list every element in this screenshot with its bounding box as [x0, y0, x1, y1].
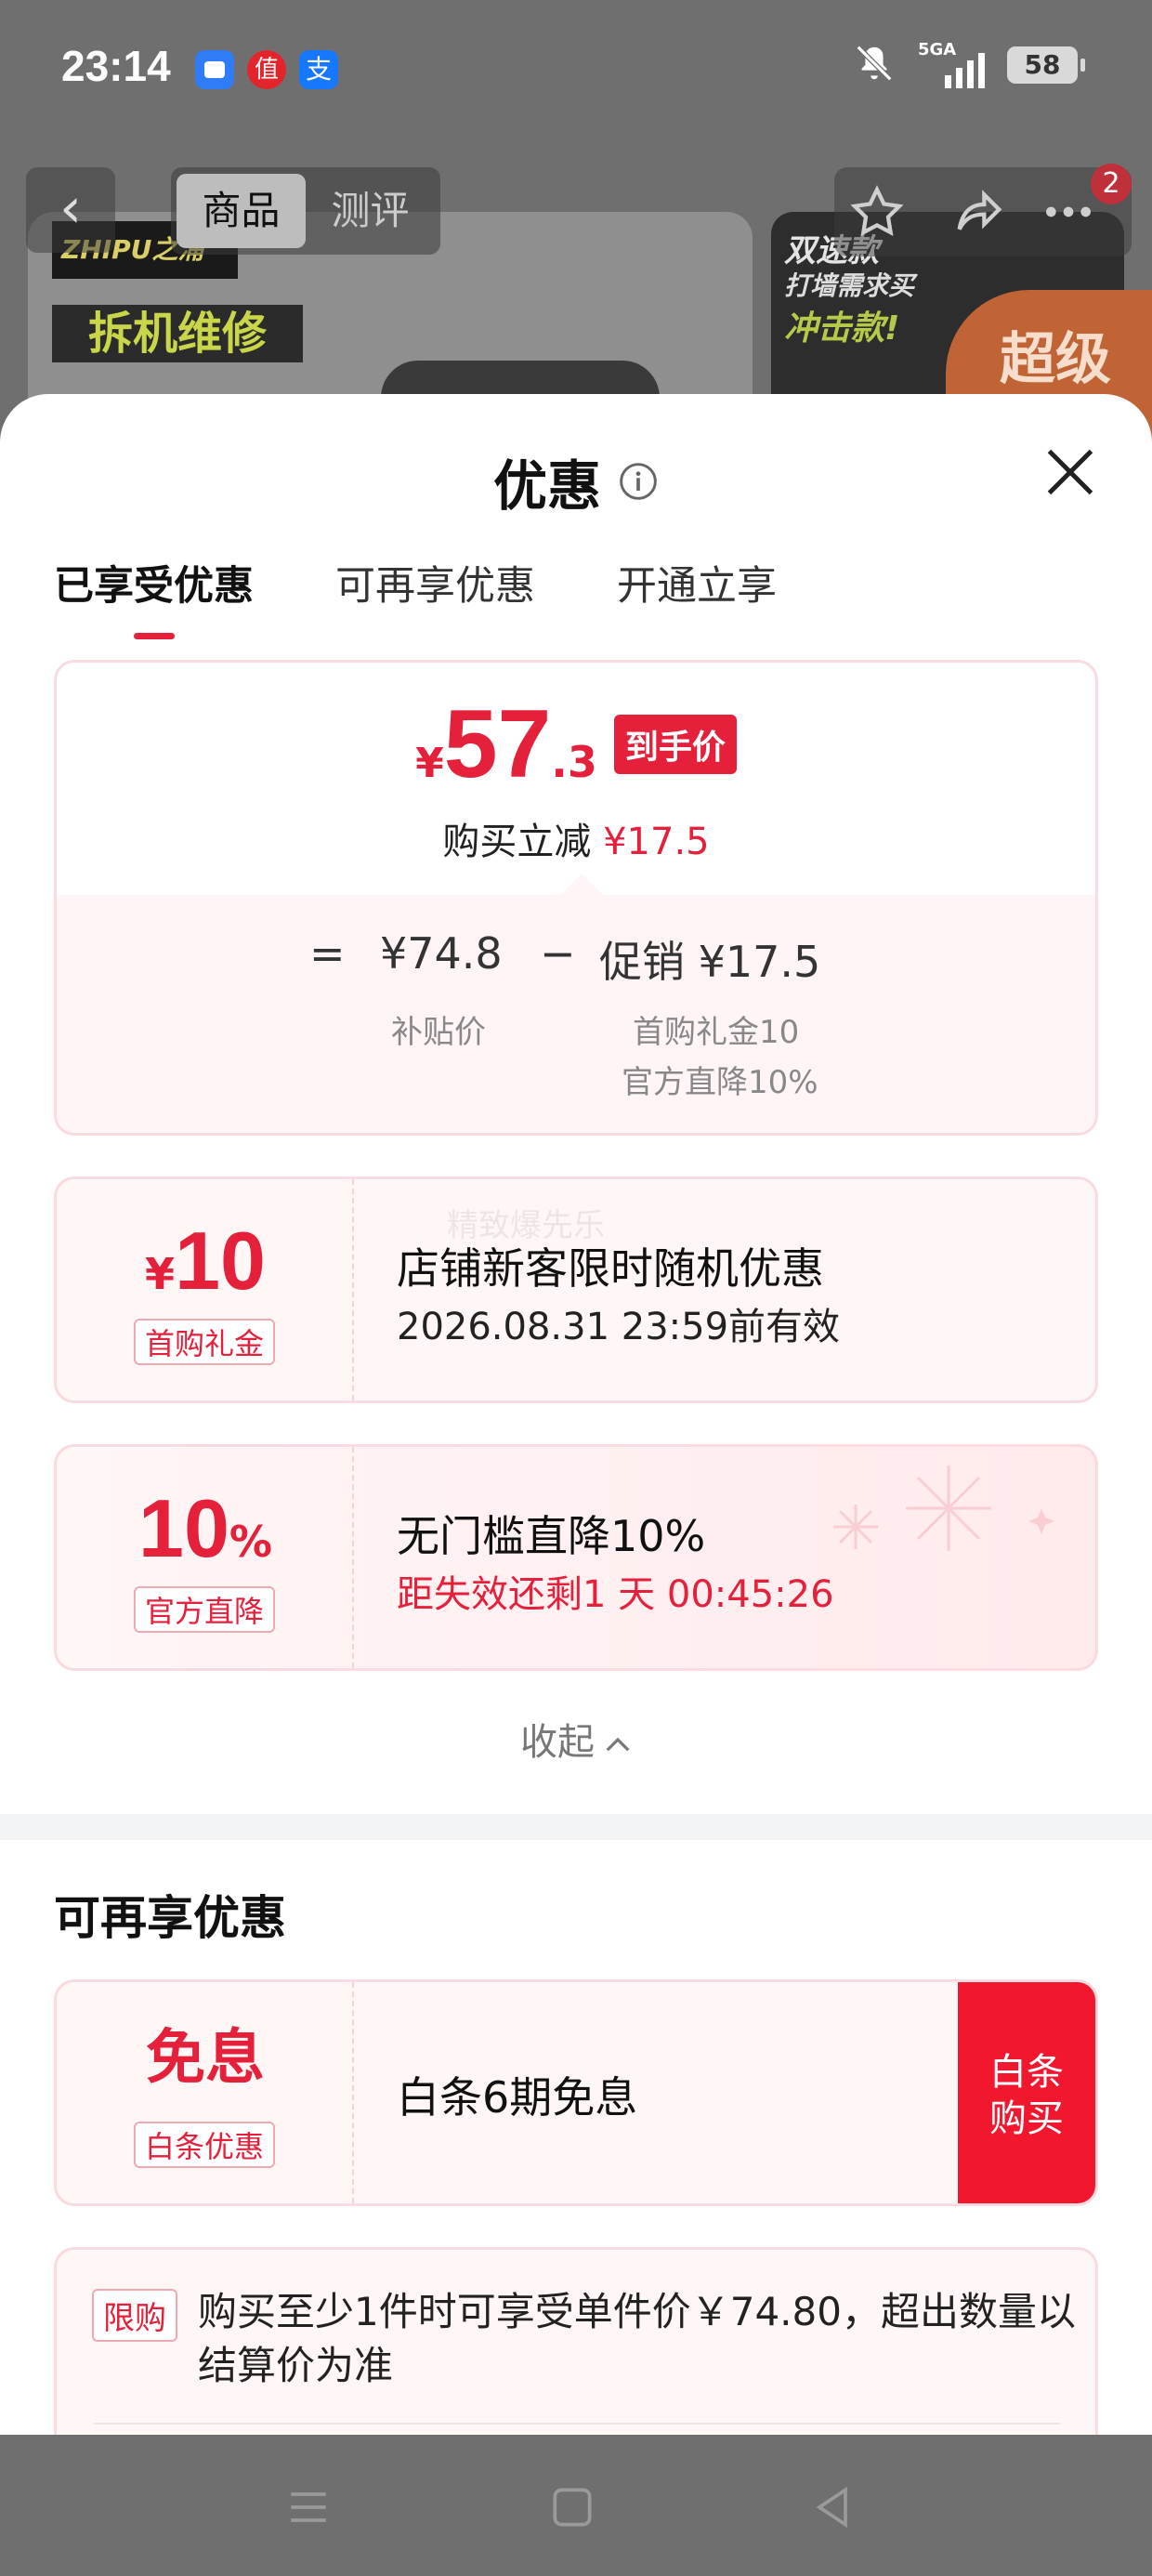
base-price-label: 补贴价 [391, 1014, 486, 1051]
tab-product[interactable]: 商品 [177, 174, 306, 248]
coupon-value: 10 [138, 1482, 229, 1574]
coupon-value: 10 [175, 1215, 266, 1307]
coupon-validity: 2026.08.31 23:59前有效 [397, 1306, 841, 1348]
discount-tabs: 已享受优惠 可再享优惠 开通立享 [54, 554, 777, 639]
side-text-3: 冲击款! [784, 309, 900, 348]
purchase-limit-notice: 限购 购买至少1件时可享受单件价￥74.80，超出数量以结算价为准 [54, 2247, 1098, 2438]
reduce-label: 购买立减 [442, 821, 592, 863]
system-nav-bar [0, 2435, 1152, 2576]
reduce-line: 购买立减 ¥17.5 [57, 811, 1095, 865]
coupon-title: 无门槛直降10% [397, 1511, 706, 1561]
coupon-tag: 官方直降 [133, 1586, 276, 1633]
limit-separator [94, 2423, 1060, 2425]
base-price: ¥74.8 [380, 928, 503, 979]
tab-more-available[interactable]: 可再享优惠 [335, 554, 535, 611]
limit-text: 购买至少1件时可享受单件价￥74.80，超出数量以结算价为准 [198, 2289, 1076, 2388]
discount-sheet: 优惠 已享受优惠 可再享优惠 开通立享 ¥ 57 .3 到手价 购买立减 ¥17… [0, 394, 1152, 2438]
price-summary: ¥ 57 .3 到手价 购买立减 ¥17.5 = ¥74.8 − 促销 ¥17.… [54, 660, 1098, 1136]
final-price: ¥ 57 .3 到手价 [57, 696, 1095, 793]
final-price-tag: 到手价 [613, 715, 737, 774]
price-breakdown: = ¥74.8 − 促销 ¥17.5 补贴价 首购礼金10 官方直降10% [57, 895, 1095, 1133]
promo-detail-2: 官方直降10% [622, 1064, 818, 1101]
collapse-button[interactable]: 收起 [0, 1712, 1152, 1766]
price-decimal: .3 [551, 737, 597, 787]
more-icon[interactable] [1039, 182, 1098, 242]
price-integer: 57 [443, 690, 552, 798]
battery-icon: 58 [1007, 46, 1085, 84]
coupon-title: 白条6期免息 [397, 2072, 638, 2123]
sheet-title: 优惠 [492, 454, 601, 518]
equals-sign: = [309, 928, 346, 979]
home-icon[interactable] [546, 2481, 598, 2533]
coupon-official-discount: 10% 官方直降 无门槛直降10% 距失效还剩1 天 00:45:26 [54, 1444, 1098, 1671]
coupon-value: 免息 [146, 2024, 265, 2093]
notification-badge: 2 [1091, 164, 1132, 204]
reduce-value: ¥17.5 [603, 821, 710, 863]
share-icon[interactable] [949, 182, 1009, 242]
tab-activate[interactable]: 开通立享 [617, 554, 777, 611]
promo-detail-1: 首购礼金10 [633, 1014, 800, 1051]
signal-icon: 5GA [918, 40, 985, 88]
message-app-icon [195, 50, 234, 89]
coupon-title: 店铺新客限时随机优惠 [397, 1243, 824, 1294]
mute-bell-icon [853, 42, 896, 88]
currency-symbol: ¥ [415, 740, 444, 787]
promo-amount: 促销 ¥17.5 [599, 937, 821, 987]
collapse-label: 收起 [520, 1721, 595, 1764]
side-text-2: 打墙需求买 [784, 270, 915, 301]
coupon-currency: ¥ [145, 1249, 176, 1299]
back-icon[interactable] [806, 2481, 858, 2533]
section-divider [0, 1814, 1152, 1840]
section-title: 可再享优惠 [54, 1891, 286, 1945]
clock: 23:14 [61, 42, 171, 90]
buy-button-line-2: 购买 [989, 2097, 1064, 2140]
limit-tag: 限购 [92, 2289, 177, 2342]
coupon-first-purchase: ¥10 首购礼金 精致爆先乐 店铺新客限时随机优惠 2026.08.31 23:… [54, 1176, 1098, 1403]
fireworks-decoration [833, 1465, 1054, 1551]
product-banner-text: 拆机维修 [52, 305, 303, 362]
back-button[interactable]: ‹ [26, 167, 115, 253]
alipay-app-icon: 支 [299, 50, 338, 89]
coupon-countdown: 距失效还剩1 天 00:45:26 [397, 1573, 834, 1616]
coupon-interest-free: 免息 白条优惠 白条6期免息 白条 购买 [54, 1979, 1098, 2206]
star-icon[interactable] [847, 182, 907, 242]
status-bar: 23:14 值 支 5GA 58 [0, 0, 1152, 139]
tab-enjoyed[interactable]: 已享受优惠 [54, 554, 254, 639]
smzdm-app-icon: 值 [247, 50, 286, 89]
baitiao-buy-button[interactable]: 白条 购买 [958, 1982, 1095, 2203]
info-icon[interactable] [618, 461, 659, 502]
coupon-unit: % [229, 1517, 272, 1567]
coupon-tag: 首购礼金 [133, 1319, 276, 1365]
coupon-tag: 白条优惠 [133, 2122, 276, 2168]
chevron-up-icon [606, 1737, 630, 1752]
segment-tabs: 商品 测评 [171, 167, 440, 255]
tab-review[interactable]: 测评 [306, 174, 435, 248]
top-action-bar [834, 167, 1132, 256]
menu-icon[interactable] [282, 2481, 334, 2533]
buy-button-line-1: 白条 [989, 2051, 1064, 2094]
close-icon[interactable] [1042, 444, 1098, 500]
minus-sign: − [540, 928, 576, 979]
sheet-header: 优惠 [0, 442, 1152, 520]
